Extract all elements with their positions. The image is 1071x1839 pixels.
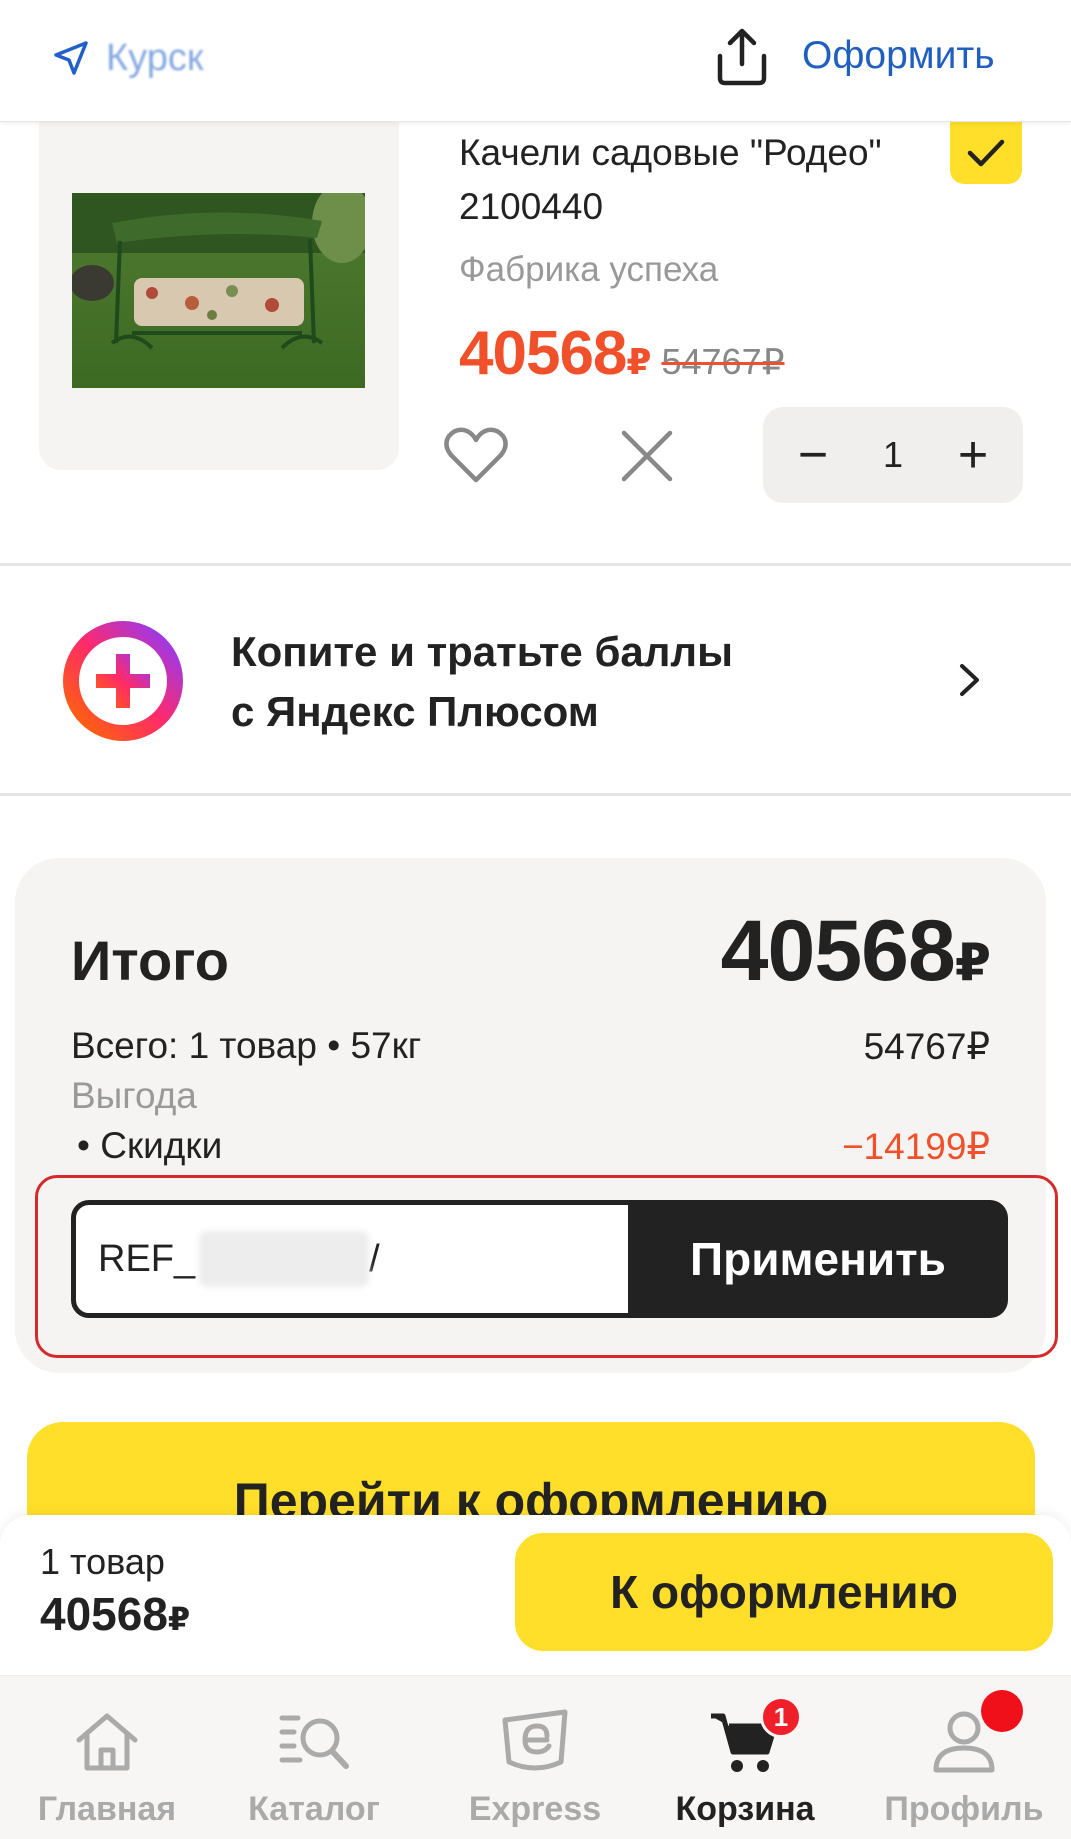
- apply-promo-button[interactable]: Применить: [628, 1200, 1008, 1318]
- divider: [0, 563, 1071, 566]
- tab-catalog-label: Каталог: [248, 1790, 380, 1828]
- tab-catalog[interactable]: Каталог: [207, 1676, 421, 1839]
- summary-total: 40568₽: [720, 903, 991, 999]
- benefit-label: Выгода: [71, 1075, 197, 1116]
- quantity-value: 1: [882, 434, 904, 475]
- discount-value: −14199₽: [841, 1126, 990, 1167]
- divider: [0, 793, 1071, 796]
- profile-notification-dot: [981, 1690, 1023, 1732]
- select-item-checkbox[interactable]: [950, 122, 1022, 184]
- discount-label: • Скидки: [77, 1125, 223, 1166]
- tab-cart[interactable]: 1 Корзина: [638, 1676, 852, 1839]
- promo-code-redacted: [199, 1231, 370, 1287]
- summary-title: Итого: [71, 929, 229, 992]
- order-summary: Итого 40568₽ Всего: 1 товар • 57кг 54767…: [15, 858, 1058, 1373]
- quantity-increase-button[interactable]: +: [951, 429, 995, 481]
- checkout-link[interactable]: Оформить: [802, 34, 995, 78]
- product-price: 40568₽: [459, 319, 652, 388]
- top-bar: Курск Оформить: [0, 0, 1071, 122]
- share-icon[interactable]: [712, 26, 772, 88]
- tab-home[interactable]: Главная: [0, 1676, 214, 1839]
- tab-home-label: Главная: [37, 1790, 177, 1828]
- tab-profile-label: Профиль: [884, 1790, 1044, 1828]
- location-arrow-icon: [54, 41, 88, 75]
- sticky-checkout-bar: 1 товар 40568₽ К оформлению: [0, 1515, 1071, 1675]
- location-selector[interactable]: Курск: [52, 30, 203, 86]
- tab-express[interactable]: Express: [428, 1676, 642, 1839]
- product-image[interactable]: [72, 193, 365, 388]
- items-count-label: Всего: 1 товар • 57кг: [71, 1025, 422, 1066]
- product-title[interactable]: Качели садовые "Родео" 2100440: [459, 126, 939, 234]
- cart-count-badge: 1: [760, 1696, 802, 1738]
- chevron-right-icon[interactable]: [958, 662, 982, 698]
- promo-code-suffix: /: [369, 1237, 380, 1280]
- plus-promo-line2: с Яндекс Плюсом: [231, 688, 599, 735]
- items-value: 54767₽: [863, 1026, 990, 1067]
- quantity-stepper: − 1 +: [763, 407, 1023, 503]
- location-name: Курск: [106, 36, 204, 79]
- express-icon: [502, 1709, 568, 1771]
- quantity-decrease-button[interactable]: −: [791, 429, 835, 481]
- checkmark-icon: [967, 139, 1005, 167]
- tab-profile[interactable]: Профиль: [857, 1676, 1071, 1839]
- plus-promo-text[interactable]: Копите и тратьте баллы с Яндекс Плюсом: [231, 622, 871, 742]
- promo-code-prefix: REF_: [98, 1237, 196, 1280]
- checkout-button[interactable]: К оформлению: [515, 1533, 1053, 1651]
- heart-icon[interactable]: [443, 425, 509, 485]
- bottom-tab-bar: Главная Каталог Express 1 Корзина Профил…: [0, 1675, 1071, 1839]
- plus-promo-line1: Копите и тратьте баллы: [231, 628, 733, 675]
- close-icon[interactable]: [616, 425, 678, 487]
- catalog-search-icon: [279, 1715, 349, 1769]
- product-price-block: 40568₽ 54767₽: [459, 318, 785, 389]
- sticky-item-count: 1 товар: [40, 1541, 165, 1582]
- promo-code-input[interactable]: REF_ /: [71, 1200, 651, 1318]
- sticky-total-price: 40568₽: [40, 1588, 191, 1640]
- tab-cart-label: Корзина: [675, 1790, 815, 1828]
- tab-express-label: Express: [468, 1790, 602, 1828]
- product-old-price: 54767₽: [661, 341, 785, 382]
- home-icon: [76, 1713, 138, 1771]
- yandex-plus-logo-icon[interactable]: [62, 620, 184, 742]
- product-brand[interactable]: Фабрика успеха: [459, 250, 718, 290]
